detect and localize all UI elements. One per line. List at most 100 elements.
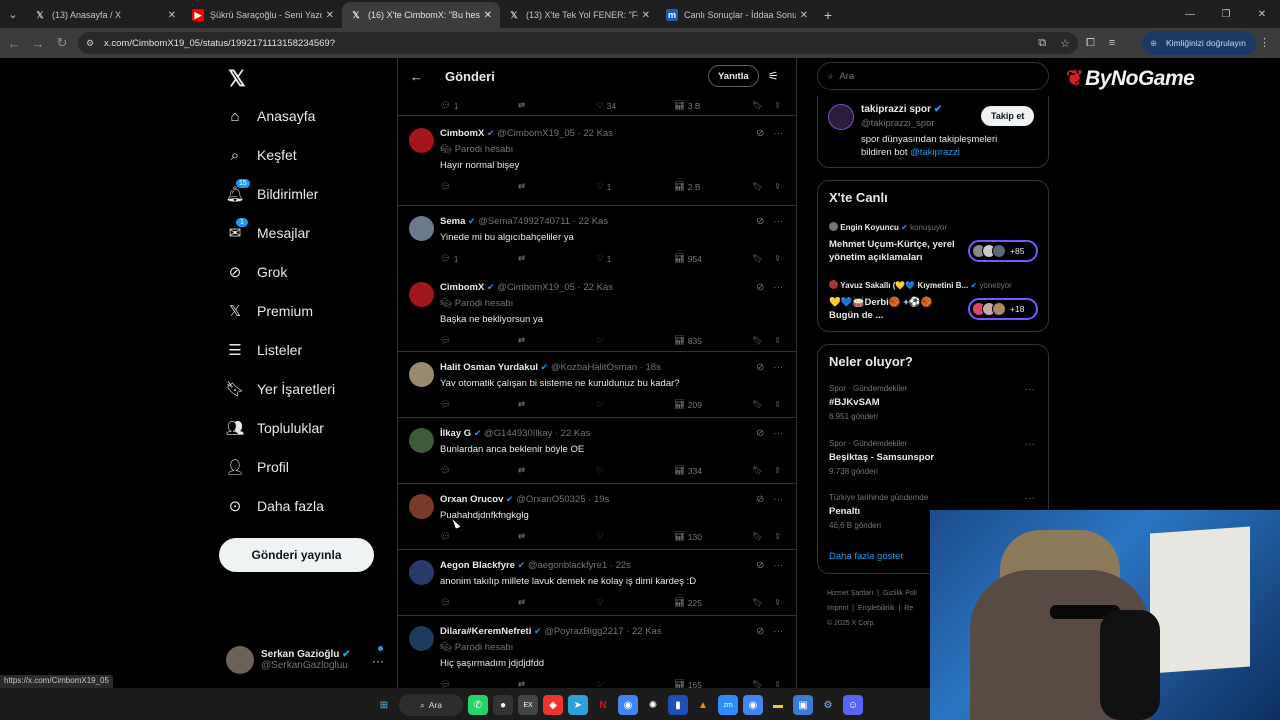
bookmark-icon[interactable]: 🔖︎	[752, 597, 763, 608]
views-icon[interactable]: 📊︎ 130	[674, 531, 702, 542]
post[interactable]: CimbomX ✔ @CimbomX19_05 · 22 Kas 🎭︎ Parod…	[398, 272, 796, 352]
share-icon[interactable]: ⇪	[774, 181, 781, 192]
show-more-link[interactable]: Daha fazla göster	[829, 551, 903, 562]
like-icon[interactable]: ♡ 1	[596, 253, 611, 264]
repost-icon[interactable]: ⇄	[518, 100, 525, 111]
app-icon[interactable]: ▣	[793, 695, 813, 715]
forward-icon[interactable]: →	[26, 36, 50, 51]
browser-tab-2[interactable]: ▶ Şükrü Saraçoğlu - Seni Yazdım ✕	[184, 2, 342, 28]
footer-link[interactable]: Gizlilik Poli	[883, 590, 917, 597]
post[interactable]: Sema ✔ @Sema74992740711 · 22 Kas Yinede m…	[398, 206, 796, 272]
taskbar-search[interactable]: ⌕ Ara	[399, 694, 463, 716]
like-icon[interactable]: ♡	[596, 597, 607, 608]
verify-identity-button[interactable]: Kimliğinizi doğrulayın	[1142, 31, 1256, 55]
reading-list-icon[interactable]: ≡	[1109, 37, 1115, 49]
reply-button[interactable]: Yanıtla	[708, 65, 759, 87]
bookmark-icon[interactable]: 🔖︎	[752, 181, 763, 192]
post-author[interactable]: Dilara#KeremNefreti ✔ @PoyrazBigg2217 · …	[440, 626, 662, 637]
post[interactable]: Dilara#KeremNefreti ✔ @PoyrazBigg2217 · …	[398, 616, 796, 688]
views-icon[interactable]: 📊︎ 165	[674, 679, 702, 688]
live-listeners[interactable]: +18	[968, 298, 1038, 320]
avatar[interactable]	[409, 428, 434, 453]
share-icon[interactable]: ⇪	[774, 531, 781, 542]
bookmark-icon[interactable]: 🔖︎	[752, 399, 763, 410]
windows-start-icon[interactable]: ⊞	[374, 695, 394, 715]
more-icon[interactable]: ···	[773, 560, 783, 571]
like-icon[interactable]: ♡ 1	[596, 181, 611, 192]
avatar[interactable]	[409, 362, 434, 387]
more-icon[interactable]: ···	[773, 494, 783, 505]
avatar[interactable]	[409, 626, 434, 651]
post-author[interactable]: Aegon Blackfyre ✔ @aegonblackfyre1 · 22s	[440, 560, 631, 571]
bookmark-icon[interactable]: 🔖︎	[752, 253, 763, 264]
views-icon[interactable]: 📊︎ 835	[674, 335, 702, 346]
nav-item-bookmarks[interactable]: 🔖︎ Yer İşaretleri	[225, 374, 335, 404]
follow-button[interactable]: Takip et	[981, 106, 1035, 126]
more-icon[interactable]: ···	[773, 428, 783, 439]
reload-icon[interactable]: ↻	[50, 35, 74, 51]
like-icon[interactable]: ♡	[596, 465, 607, 476]
bookmark-star-icon[interactable]: ☆	[1060, 37, 1070, 50]
grok-icon[interactable]: ⊘	[756, 282, 764, 293]
views-icon[interactable]: 📊︎ 209	[674, 399, 702, 410]
grok-icon[interactable]: ⊘	[756, 626, 764, 637]
netflix-icon[interactable]: N	[593, 695, 613, 715]
app-icon[interactable]: ◆	[543, 695, 563, 715]
more-icon[interactable]: ···	[773, 626, 783, 637]
views-icon[interactable]: 📊︎ 225	[674, 597, 702, 608]
like-icon[interactable]: ♡	[596, 531, 607, 542]
url-field[interactable]: ⚙ x.com/CimbomX19_05/status/199217111315…	[78, 32, 1078, 54]
browser-tab-4[interactable]: 𝕏 (13) X'te Tek Yol FENER: "Fener ✕	[500, 2, 658, 28]
browser-tab-5[interactable]: m Canlı Sonuçlar - İddaa Sonuçlar ✕	[658, 2, 816, 28]
close-tab-icon[interactable]: ✕	[800, 10, 808, 21]
chrome-icon[interactable]: ◉	[618, 695, 638, 715]
live-title[interactable]: 💛💙🥁Derbi🏀 +⚽🏀 Bugün de ...	[829, 296, 964, 322]
close-tab-icon[interactable]: ✕	[642, 10, 650, 21]
close-tab-icon[interactable]: ✕	[484, 10, 492, 21]
nav-item-notifications[interactable]: 🔔︎ 15 Bildirimler	[225, 179, 318, 209]
reply-icon[interactable]: 💬︎	[440, 531, 454, 542]
tab-search-icon[interactable]: ⌄	[0, 0, 26, 28]
close-tab-icon[interactable]: ✕	[168, 10, 176, 21]
vlc-icon[interactable]: ▲	[693, 695, 713, 715]
avatar[interactable]	[409, 494, 434, 519]
avatar[interactable]	[409, 128, 434, 153]
close-window-icon[interactable]: ✕	[1244, 0, 1280, 28]
avatar[interactable]	[828, 104, 854, 130]
app-icon[interactable]: ▮	[668, 695, 688, 715]
share-icon[interactable]: ⇪	[774, 100, 781, 111]
app-icon[interactable]: ●	[493, 695, 513, 715]
grok-icon[interactable]: ⊘	[756, 560, 764, 571]
reply-icon[interactable]: 💬︎ 1	[440, 253, 459, 264]
discord-icon[interactable]: ☺	[843, 695, 863, 715]
like-icon[interactable]: ♡	[596, 399, 607, 410]
like-icon[interactable]: ♡	[596, 335, 607, 346]
repost-icon[interactable]: ⇄	[518, 181, 525, 192]
nav-item-premium[interactable]: 𝕏 Premium	[226, 296, 313, 326]
views-icon[interactable]: 📊︎ 2 B	[674, 181, 701, 192]
reply-icon[interactable]: 💬︎	[440, 679, 454, 688]
back-icon[interactable]: ←	[2, 36, 26, 51]
footer-link[interactable]: Imprint	[827, 605, 848, 612]
settings-icon[interactable]: ⚙	[818, 695, 838, 715]
install-icon[interactable]: ⧉	[1038, 37, 1046, 50]
avatar[interactable]	[409, 282, 434, 307]
more-icon[interactable]: ···	[773, 216, 783, 227]
app-icon[interactable]: EX	[518, 695, 538, 715]
live-title[interactable]: Mehmet Uçum-Kürtçe, yerel yönetim açıkla…	[829, 238, 964, 264]
grok-icon[interactable]: ⊘	[756, 128, 764, 139]
nav-item-explore[interactable]: ⌕ Keşfet	[226, 140, 297, 170]
post[interactable]: Orxan Orucov ✔ @OrxanO50325 · 19s Puahahd…	[398, 484, 796, 550]
zoom-icon[interactable]: zm	[718, 695, 738, 715]
avatar[interactable]	[409, 560, 434, 585]
maximize-icon[interactable]: ❐	[1208, 0, 1244, 28]
footer-link[interactable]: Erişilebilirlik	[858, 605, 895, 612]
close-tab-icon[interactable]: ✕	[326, 10, 334, 21]
bookmark-icon[interactable]: 🔖︎	[752, 679, 763, 688]
browser-tab-3-active[interactable]: 𝕏 (16) X'te CimbomX: "Bu hesab ✕	[342, 2, 500, 28]
mention-link[interactable]: @takiprazzi	[910, 147, 960, 158]
back-arrow-icon[interactable]: ←	[410, 69, 423, 84]
grok-icon[interactable]: ⊘	[756, 216, 764, 227]
browser-tab-1[interactable]: 𝕏 (13) Anasayfa / X ✕	[26, 2, 184, 28]
search-input[interactable]: ⌕ Ara	[817, 62, 1049, 90]
